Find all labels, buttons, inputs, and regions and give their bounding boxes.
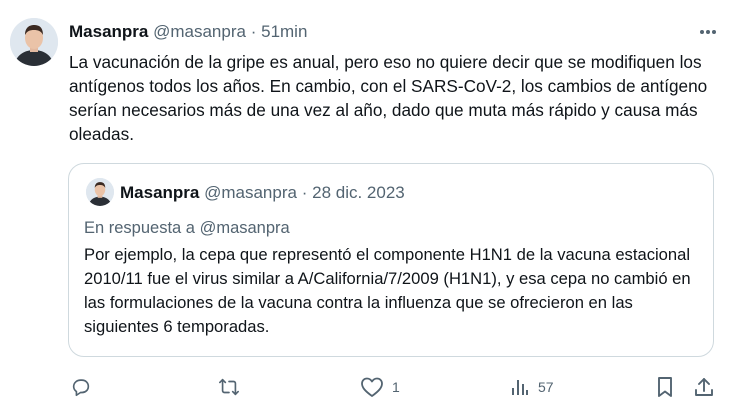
reply-button[interactable]	[70, 374, 92, 400]
quoted-author-handle: @masanpra	[204, 183, 297, 202]
header-separator: ·	[250, 22, 257, 41]
quoted-text: Por ejemplo, la cepa que representó el c…	[84, 245, 691, 336]
views-icon	[510, 377, 530, 397]
author-avatar[interactable]	[10, 18, 58, 66]
quoted-date: 28 dic. 2023	[312, 183, 405, 202]
like-count: 1	[392, 379, 400, 395]
quoted-separator: ·	[301, 183, 308, 202]
quoted-reply-to: En respuesta a @masanpra	[84, 219, 290, 237]
quoted-header: Masanpra @masanpra · 28 dic. 2023	[120, 183, 405, 203]
share-button[interactable]	[693, 374, 715, 400]
like-button[interactable]: 1	[360, 374, 400, 400]
heart-icon	[360, 376, 384, 398]
bookmark-icon	[655, 376, 675, 398]
reply-icon	[70, 376, 92, 398]
tweet-header: Masanpra @masanpra · 51min	[69, 22, 307, 42]
tweet-text: La vacunación de la gripe es anual, pero…	[69, 52, 708, 144]
views-button[interactable]: 57	[510, 374, 554, 400]
quoted-author-avatar	[86, 178, 114, 206]
author-name[interactable]: Masanpra	[69, 22, 148, 41]
quoted-author-name: Masanpra	[120, 183, 200, 202]
views-count: 57	[538, 379, 554, 395]
more-options-icon[interactable]	[694, 20, 722, 44]
author-handle[interactable]: @masanpra	[153, 22, 246, 41]
share-icon	[693, 376, 715, 398]
retweet-icon	[218, 376, 240, 398]
bookmark-button[interactable]	[655, 374, 675, 400]
retweet-button[interactable]	[218, 374, 240, 400]
tweet-time[interactable]: 51min	[261, 22, 307, 41]
